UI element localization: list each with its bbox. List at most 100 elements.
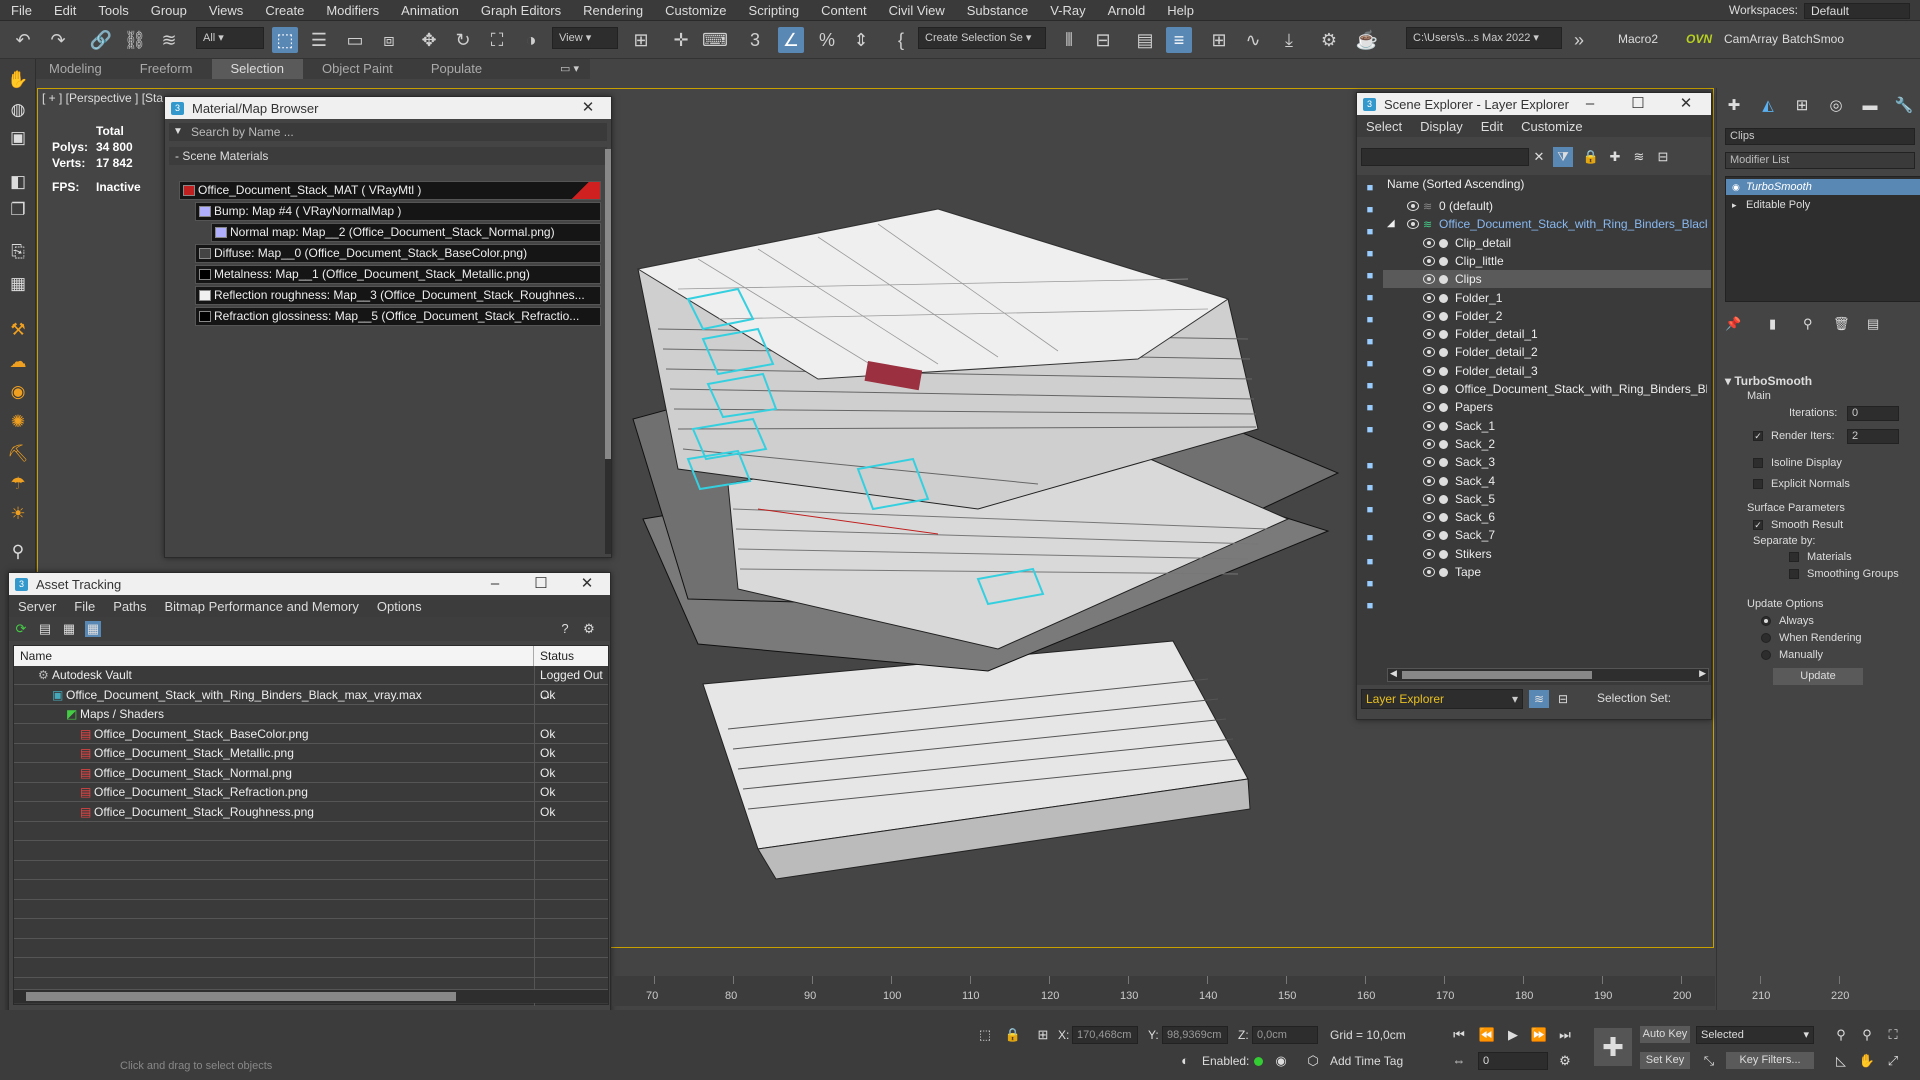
hierarchy-tab-icon[interactable]: ⊞: [1791, 95, 1813, 117]
layer-row[interactable]: Clips: [1383, 270, 1711, 289]
new-layer-icon[interactable]: ✚: [1605, 147, 1625, 167]
previous-frame-icon[interactable]: ⏪: [1478, 1026, 1496, 1044]
layer-tree-header[interactable]: Name (Sorted Ascending): [1383, 175, 1711, 193]
unlink-icon[interactable]: ⛓: [122, 27, 148, 53]
create-selection-set-dropdown[interactable]: Create Selection Se ▾: [918, 27, 1046, 49]
goto-start-icon[interactable]: ⏮: [1450, 1026, 1468, 1044]
asset-menu-options[interactable]: Options: [368, 599, 431, 614]
isoline-display-checkbox[interactable]: [1753, 458, 1763, 468]
visibility-eye-icon[interactable]: [1423, 237, 1435, 248]
material-row[interactable]: Reflection roughness: Map__3 (Office_Doc…: [195, 286, 601, 305]
show-end-result-icon[interactable]: ▮: [1769, 316, 1776, 332]
configure-sets-icon[interactable]: ▤: [1867, 316, 1879, 332]
z-coordinate-field[interactable]: 0,0cm: [1252, 1026, 1318, 1044]
sphere-icon[interactable]: ◉: [5, 379, 31, 405]
layer-row[interactable]: Sack_1: [1383, 417, 1711, 435]
settings-icon[interactable]: ⚙: [581, 621, 597, 637]
list-view-icon[interactable]: ▤: [37, 621, 53, 637]
key-filters-button[interactable]: Key Filters...: [1726, 1052, 1814, 1069]
layer-row[interactable]: Stikers: [1383, 545, 1711, 563]
create-tab-icon[interactable]: ✚: [1723, 95, 1745, 117]
spacewarps-icon[interactable]: ■: [1361, 311, 1379, 329]
light-icon[interactable]: ☂: [5, 471, 31, 497]
table-view-icon[interactable]: ▦: [85, 621, 101, 637]
utilities-tab-icon[interactable]: 🔧: [1893, 95, 1915, 117]
menu-civil-view[interactable]: Civil View: [878, 3, 956, 18]
layer-row[interactable]: Clip_detail: [1383, 234, 1711, 252]
freeze-dot-icon[interactable]: [1439, 403, 1448, 413]
material-browser-titlebar[interactable]: 3 Material/Map Browser ✕: [165, 97, 611, 119]
layer-row[interactable]: Sack_2: [1383, 435, 1711, 453]
ribbon-tab-object-paint[interactable]: Object Paint: [303, 59, 412, 79]
gear-icon[interactable]: ✺: [5, 409, 31, 435]
asset-row[interactable]: ◩ Maps / Shaders: [14, 705, 608, 724]
freeze-dot-icon[interactable]: [1439, 311, 1448, 321]
select-manipulate-icon[interactable]: ✛: [668, 27, 694, 53]
close-icon[interactable]: ✕: [564, 573, 610, 595]
sun-icon[interactable]: ☀: [5, 501, 31, 527]
refresh-icon[interactable]: ⟳: [13, 621, 29, 637]
ovn-button[interactable]: OVN: [1686, 32, 1712, 46]
eye-toggle-icon[interactable]: ◉: [1732, 179, 1740, 195]
projects-icon[interactable]: ⎘: [5, 239, 31, 265]
redo-icon[interactable]: ↷: [45, 27, 71, 53]
asset-tracking-titlebar[interactable]: 3 Asset Tracking – ☐ ✕: [9, 573, 610, 595]
visibility-eye-icon[interactable]: [1423, 512, 1435, 523]
spinner-snap-icon[interactable]: ⇕: [848, 27, 874, 53]
batchsmoo-button[interactable]: BatchSmoo: [1782, 32, 1844, 46]
filter-toggle-icon[interactable]: ■: [1361, 553, 1379, 571]
groups-icon[interactable]: ■: [1361, 333, 1379, 351]
layer-manager-icon[interactable]: ▤: [1132, 27, 1158, 53]
smooth-result-checkbox[interactable]: ✓: [1753, 520, 1763, 530]
visibility-eye-icon[interactable]: [1423, 567, 1435, 577]
freeze-dot-icon[interactable]: [1439, 549, 1448, 559]
select-by-name-icon[interactable]: ☰: [306, 27, 332, 53]
layer-row[interactable]: Folder_detail_3: [1383, 362, 1711, 380]
scene-menu-select[interactable]: Select: [1357, 119, 1411, 134]
menu-scripting[interactable]: Scripting: [738, 3, 811, 18]
layer-row[interactable]: Folder_2: [1383, 307, 1711, 325]
layer-row[interactable]: Tape: [1383, 563, 1711, 581]
rotate-icon[interactable]: ↻: [450, 27, 476, 53]
modifier-list-dropdown[interactable]: Modifier List: [1725, 152, 1915, 169]
visibility-eye-icon[interactable]: [1423, 384, 1435, 394]
key-set-dropdown[interactable]: Selected ▾: [1696, 1026, 1814, 1044]
absolute-mode-icon[interactable]: ⊞: [1034, 1026, 1052, 1044]
auto-key-button[interactable]: Auto Key: [1640, 1026, 1690, 1043]
time-tag-icon[interactable]: ⬡: [1304, 1052, 1322, 1070]
percent-snap-icon[interactable]: %: [814, 27, 840, 53]
scene-menu-edit[interactable]: Edit: [1472, 119, 1512, 134]
layer-row[interactable]: Sack_4: [1383, 472, 1711, 490]
visibility-eye-icon[interactable]: [1423, 329, 1435, 340]
layer-row[interactable]: ≋ 0 (default): [1383, 197, 1711, 215]
window-crossing-icon[interactable]: ⧈: [376, 27, 402, 53]
cameras-icon[interactable]: ■: [1361, 245, 1379, 263]
hand-icon[interactable]: ✋: [5, 67, 31, 93]
layer-row[interactable]: Folder_detail_2: [1383, 343, 1711, 361]
ribbon-options-icon[interactable]: ▭ ▾: [560, 62, 579, 75]
material-row[interactable]: Diffuse: Map__0 (Office_Document_Stack_B…: [195, 244, 601, 263]
minimize-icon[interactable]: –: [1567, 93, 1613, 115]
snaps-toggle-icon[interactable]: 3: [742, 27, 768, 53]
display-all-icon[interactable]: ■: [1361, 179, 1379, 197]
menu-customize[interactable]: Customize: [654, 3, 737, 18]
freeze-dot-icon[interactable]: [1439, 275, 1448, 285]
invert-icon[interactable]: ■: [1361, 529, 1379, 547]
fov-icon[interactable]: ◺: [1832, 1052, 1850, 1070]
hammer-icon[interactable]: ⚒: [5, 317, 31, 343]
scroll-right-icon[interactable]: ▶: [1699, 668, 1706, 679]
undo-icon[interactable]: ↶: [10, 27, 36, 53]
layer-row[interactable]: Clip_little: [1383, 252, 1711, 270]
render-setup-icon[interactable]: ⚙: [1316, 27, 1342, 53]
bind-spacewarp-icon[interactable]: ≋: [156, 27, 182, 53]
scene-menu-display[interactable]: Display: [1411, 119, 1472, 134]
freeze-dot-icon[interactable]: [1439, 531, 1448, 541]
render-iters-spinner[interactable]: 2: [1847, 429, 1899, 444]
material-scroll-thumb[interactable]: [605, 149, 611, 459]
minimize-icon[interactable]: –: [472, 573, 518, 595]
selection-set-icon[interactable]: ⊟: [1553, 690, 1573, 708]
cloth-icon[interactable]: ◧: [5, 169, 31, 195]
lights-icon[interactable]: ■: [1361, 223, 1379, 241]
asset-row[interactable]: ▤ Office_Document_Stack_Roughness.png Ok: [14, 802, 608, 822]
visibility-eye-icon[interactable]: [1423, 347, 1435, 358]
